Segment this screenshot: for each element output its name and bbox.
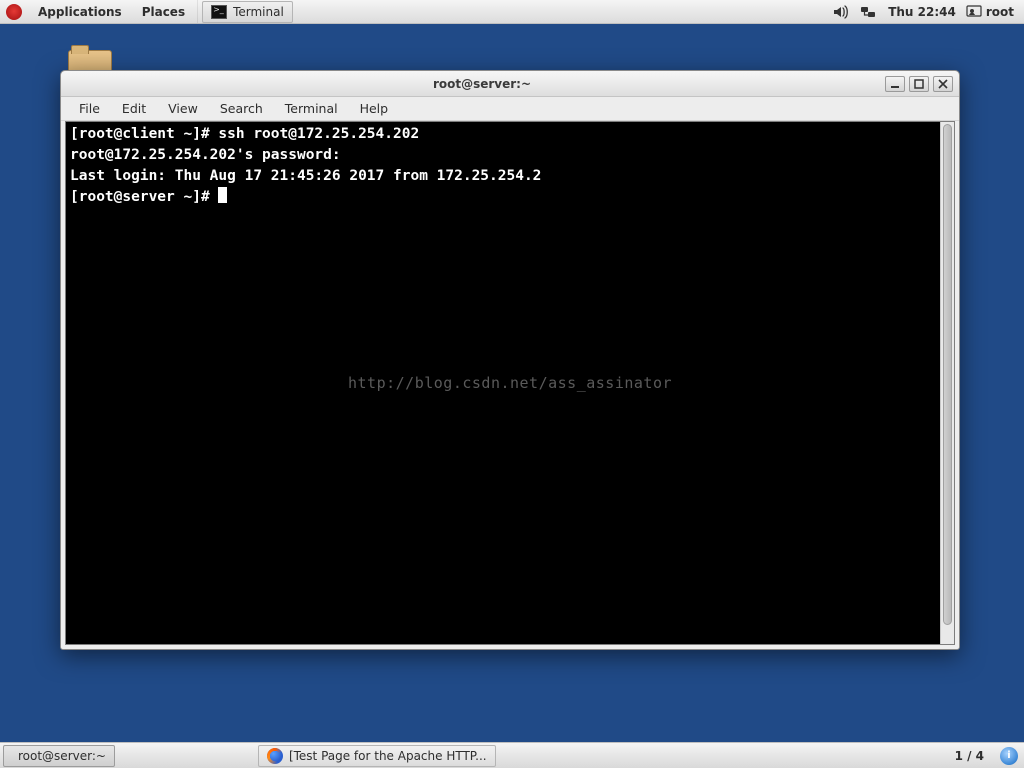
- menu-file[interactable]: File: [69, 99, 110, 118]
- menu-search[interactable]: Search: [210, 99, 273, 118]
- terminal-cursor: [218, 187, 227, 203]
- panel-separator: [197, 0, 198, 23]
- top-task-terminal-label: Terminal: [233, 5, 284, 19]
- menu-view[interactable]: View: [158, 99, 208, 118]
- maximize-icon: [914, 79, 924, 89]
- minimize-icon: [890, 79, 900, 89]
- clock[interactable]: Thu 22:44: [882, 5, 962, 19]
- user-label: root: [986, 5, 1014, 19]
- user-icon: [966, 4, 982, 20]
- scrollbar-thumb[interactable]: [943, 124, 952, 625]
- user-menu[interactable]: root: [962, 4, 1024, 20]
- workspace-indicator[interactable]: 1 / 4: [945, 749, 994, 763]
- menu-help[interactable]: Help: [350, 99, 399, 118]
- term-line2: root@172.25.254.202's password:: [70, 147, 349, 163]
- terminal-scrollbar[interactable]: [940, 122, 954, 644]
- term-line4-prompt: [root@server ~]#: [70, 189, 218, 205]
- firefox-icon: [267, 748, 283, 764]
- minimize-button[interactable]: [885, 76, 905, 92]
- terminal-window: root@server:~ File Edit View Search Term…: [60, 70, 960, 650]
- taskbar-item-firefox-label: [Test Page for the Apache HTTP...: [289, 749, 487, 763]
- menu-terminal[interactable]: Terminal: [275, 99, 348, 118]
- applications-menu[interactable]: Applications: [28, 5, 132, 19]
- network-icon[interactable]: [859, 3, 877, 21]
- menu-edit[interactable]: Edit: [112, 99, 156, 118]
- places-menu[interactable]: Places: [132, 5, 195, 19]
- top-task-terminal[interactable]: Terminal: [202, 1, 293, 23]
- scrollbar-track[interactable]: [941, 122, 954, 644]
- taskbar-item-terminal[interactable]: root@server:~: [3, 745, 115, 767]
- taskbar-item-terminal-label: root@server:~: [18, 749, 106, 763]
- volume-icon[interactable]: [831, 3, 849, 21]
- bottom-panel: root@server:~ [Test Page for the Apache …: [0, 742, 1024, 768]
- terminal-output: [root@client ~]# ssh root@172.25.254.202…: [70, 124, 938, 642]
- window-menubar: File Edit View Search Terminal Help: [61, 97, 959, 121]
- term-line1-cmd: ssh root@172.25.254.202: [218, 126, 419, 142]
- maximize-button[interactable]: [909, 76, 929, 92]
- terminal-icon: [211, 5, 227, 19]
- top-panel: Applications Places Terminal Thu 22:44 r…: [0, 0, 1024, 24]
- term-line1-prompt: [root@client ~]#: [70, 126, 218, 142]
- taskbar-item-firefox[interactable]: [Test Page for the Apache HTTP...: [258, 745, 496, 767]
- window-titlebar[interactable]: root@server:~: [61, 71, 959, 97]
- close-icon: [938, 79, 948, 89]
- window-title: root@server:~: [85, 77, 879, 91]
- term-line3: Last login: Thu Aug 17 21:45:26 2017 fro…: [70, 168, 541, 184]
- terminal-viewport[interactable]: [root@client ~]# ssh root@172.25.254.202…: [65, 121, 955, 645]
- info-badge-icon[interactable]: i: [1000, 747, 1018, 765]
- redhat-icon[interactable]: [6, 4, 22, 20]
- close-button[interactable]: [933, 76, 953, 92]
